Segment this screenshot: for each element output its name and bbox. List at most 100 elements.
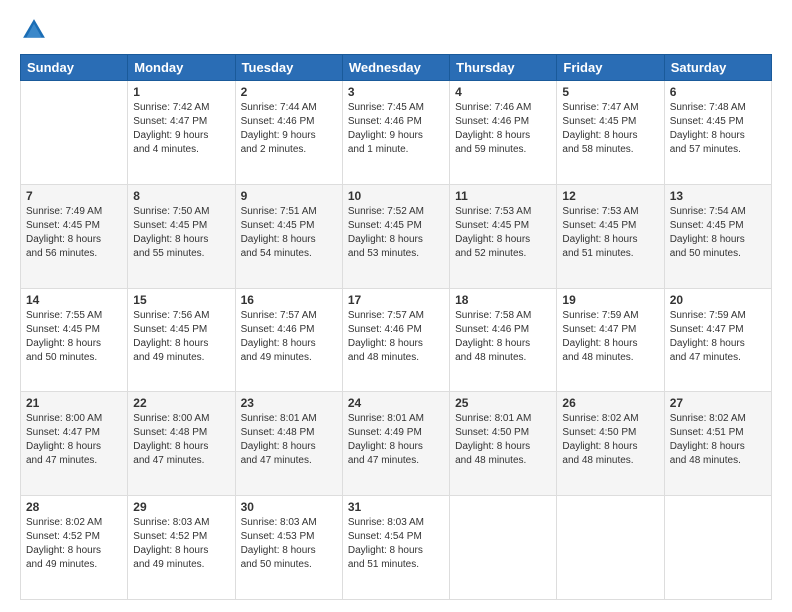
day-info: Sunrise: 7:49 AM Sunset: 4:45 PM Dayligh… <box>26 205 122 261</box>
day-number: 21 <box>26 396 122 410</box>
day-info: Sunrise: 7:55 AM Sunset: 4:45 PM Dayligh… <box>26 309 122 365</box>
calendar-cell: 5 Sunrise: 7:47 AM Sunset: 4:45 PM Daylig… <box>557 81 664 185</box>
day-number: 31 <box>348 500 444 514</box>
page: SundayMondayTuesdayWednesdayThursdayFrid… <box>0 0 792 612</box>
calendar-cell: 13 Sunrise: 7:54 AM Sunset: 4:45 PM Dayli… <box>664 184 771 288</box>
calendar-cell: 30 Sunrise: 8:03 AM Sunset: 4:53 PM Dayli… <box>235 496 342 600</box>
day-info: Sunrise: 8:03 AM Sunset: 4:54 PM Dayligh… <box>348 516 444 572</box>
day-info: Sunrise: 7:56 AM Sunset: 4:45 PM Dayligh… <box>133 309 229 365</box>
day-info: Sunrise: 7:59 AM Sunset: 4:47 PM Dayligh… <box>562 309 658 365</box>
calendar-cell: 23Sunrise: 8:01 AM Sunset: 4:48 PM Dayli… <box>235 392 342 496</box>
day-number: 24 <box>348 396 444 410</box>
day-info: Sunrise: 8:01 AM Sunset: 4:50 PM Dayligh… <box>455 412 551 468</box>
logo-icon <box>20 16 48 44</box>
calendar-cell: 11 Sunrise: 7:53 AM Sunset: 4:45 PM Dayli… <box>450 184 557 288</box>
day-number: 19 <box>562 293 658 307</box>
day-info: Sunrise: 7:54 AM Sunset: 4:45 PM Dayligh… <box>670 205 766 261</box>
day-info: Sunrise: 7:50 AM Sunset: 4:45 PM Dayligh… <box>133 205 229 261</box>
calendar-cell: 2Sunrise: 7:44 AM Sunset: 4:46 PM Daylig… <box>235 81 342 185</box>
calendar-cell <box>21 81 128 185</box>
day-info: Sunrise: 7:53 AM Sunset: 4:45 PM Dayligh… <box>562 205 658 261</box>
logo <box>20 16 52 44</box>
calendar-cell: 25 Sunrise: 8:01 AM Sunset: 4:50 PM Dayli… <box>450 392 557 496</box>
calendar-header-friday: Friday <box>557 55 664 81</box>
calendar-cell <box>450 496 557 600</box>
day-number: 4 <box>455 85 551 99</box>
day-info: Sunrise: 7:51 AM Sunset: 4:45 PM Dayligh… <box>241 205 337 261</box>
day-number: 18 <box>455 293 551 307</box>
day-info: Sunrise: 7:53 AM Sunset: 4:45 PM Dayligh… <box>455 205 551 261</box>
day-number: 20 <box>670 293 766 307</box>
calendar-cell: 24Sunrise: 8:01 AM Sunset: 4:49 PM Dayli… <box>342 392 449 496</box>
calendar-header-row: SundayMondayTuesdayWednesdayThursdayFrid… <box>21 55 772 81</box>
calendar-cell <box>664 496 771 600</box>
day-info: Sunrise: 8:03 AM Sunset: 4:52 PM Dayligh… <box>133 516 229 572</box>
day-number: 1 <box>133 85 229 99</box>
calendar-header-tuesday: Tuesday <box>235 55 342 81</box>
calendar-header-sunday: Sunday <box>21 55 128 81</box>
day-info: Sunrise: 8:03 AM Sunset: 4:53 PM Dayligh… <box>241 516 337 572</box>
calendar-cell <box>557 496 664 600</box>
calendar-week-5: 28 Sunrise: 8:02 AM Sunset: 4:52 PM Dayli… <box>21 496 772 600</box>
calendar-cell: 27 Sunrise: 8:02 AM Sunset: 4:51 PM Dayli… <box>664 392 771 496</box>
day-info: Sunrise: 7:42 AM Sunset: 4:47 PM Dayligh… <box>133 101 229 157</box>
calendar-cell: 3 Sunrise: 7:45 AM Sunset: 4:46 PM Daylig… <box>342 81 449 185</box>
day-number: 14 <box>26 293 122 307</box>
calendar-cell: 15 Sunrise: 7:56 AM Sunset: 4:45 PM Dayli… <box>128 288 235 392</box>
calendar-header-saturday: Saturday <box>664 55 771 81</box>
calendar-cell: 31 Sunrise: 8:03 AM Sunset: 4:54 PM Dayli… <box>342 496 449 600</box>
calendar-cell: 21 Sunrise: 8:00 AM Sunset: 4:47 PM Dayli… <box>21 392 128 496</box>
day-number: 10 <box>348 189 444 203</box>
calendar-cell: 16Sunrise: 7:57 AM Sunset: 4:46 PM Dayli… <box>235 288 342 392</box>
day-number: 16 <box>241 293 337 307</box>
calendar-table: SundayMondayTuesdayWednesdayThursdayFrid… <box>20 54 772 600</box>
day-info: Sunrise: 7:59 AM Sunset: 4:47 PM Dayligh… <box>670 309 766 365</box>
calendar-cell: 19 Sunrise: 7:59 AM Sunset: 4:47 PM Dayli… <box>557 288 664 392</box>
calendar-cell: 1 Sunrise: 7:42 AM Sunset: 4:47 PM Daylig… <box>128 81 235 185</box>
calendar-cell: 10 Sunrise: 7:52 AM Sunset: 4:45 PM Dayli… <box>342 184 449 288</box>
day-info: Sunrise: 8:02 AM Sunset: 4:51 PM Dayligh… <box>670 412 766 468</box>
calendar-cell: 17Sunrise: 7:57 AM Sunset: 4:46 PM Dayli… <box>342 288 449 392</box>
calendar-cell: 26 Sunrise: 8:02 AM Sunset: 4:50 PM Dayli… <box>557 392 664 496</box>
calendar-cell: 18 Sunrise: 7:58 AM Sunset: 4:46 PM Dayli… <box>450 288 557 392</box>
day-number: 5 <box>562 85 658 99</box>
day-number: 6 <box>670 85 766 99</box>
day-info: Sunrise: 7:57 AM Sunset: 4:46 PM Dayligh… <box>348 309 444 365</box>
calendar-cell: 8 Sunrise: 7:50 AM Sunset: 4:45 PM Daylig… <box>128 184 235 288</box>
day-number: 28 <box>26 500 122 514</box>
calendar-cell: 6 Sunrise: 7:48 AM Sunset: 4:45 PM Daylig… <box>664 81 771 185</box>
day-number: 3 <box>348 85 444 99</box>
day-info: Sunrise: 8:02 AM Sunset: 4:50 PM Dayligh… <box>562 412 658 468</box>
day-info: Sunrise: 8:02 AM Sunset: 4:52 PM Dayligh… <box>26 516 122 572</box>
day-number: 27 <box>670 396 766 410</box>
day-info: Sunrise: 7:46 AM Sunset: 4:46 PM Dayligh… <box>455 101 551 157</box>
day-number: 30 <box>241 500 337 514</box>
day-number: 13 <box>670 189 766 203</box>
day-number: 11 <box>455 189 551 203</box>
day-number: 2 <box>241 85 337 99</box>
calendar-header-thursday: Thursday <box>450 55 557 81</box>
calendar-cell: 9Sunrise: 7:51 AM Sunset: 4:45 PM Daylig… <box>235 184 342 288</box>
day-info: Sunrise: 8:00 AM Sunset: 4:48 PM Dayligh… <box>133 412 229 468</box>
calendar-week-1: 1 Sunrise: 7:42 AM Sunset: 4:47 PM Daylig… <box>21 81 772 185</box>
calendar-cell: 22 Sunrise: 8:00 AM Sunset: 4:48 PM Dayli… <box>128 392 235 496</box>
day-number: 22 <box>133 396 229 410</box>
day-info: Sunrise: 7:52 AM Sunset: 4:45 PM Dayligh… <box>348 205 444 261</box>
day-number: 26 <box>562 396 658 410</box>
day-number: 12 <box>562 189 658 203</box>
day-info: Sunrise: 7:47 AM Sunset: 4:45 PM Dayligh… <box>562 101 658 157</box>
calendar-cell: 20 Sunrise: 7:59 AM Sunset: 4:47 PM Dayli… <box>664 288 771 392</box>
calendar-cell: 7Sunrise: 7:49 AM Sunset: 4:45 PM Daylig… <box>21 184 128 288</box>
day-info: Sunrise: 8:00 AM Sunset: 4:47 PM Dayligh… <box>26 412 122 468</box>
calendar-header-wednesday: Wednesday <box>342 55 449 81</box>
calendar-cell: 14 Sunrise: 7:55 AM Sunset: 4:45 PM Dayli… <box>21 288 128 392</box>
day-info: Sunrise: 7:48 AM Sunset: 4:45 PM Dayligh… <box>670 101 766 157</box>
day-number: 25 <box>455 396 551 410</box>
day-info: Sunrise: 7:58 AM Sunset: 4:46 PM Dayligh… <box>455 309 551 365</box>
day-info: Sunrise: 8:01 AM Sunset: 4:48 PM Dayligh… <box>241 412 337 468</box>
day-number: 15 <box>133 293 229 307</box>
day-number: 8 <box>133 189 229 203</box>
calendar-cell: 12 Sunrise: 7:53 AM Sunset: 4:45 PM Dayli… <box>557 184 664 288</box>
calendar-week-2: 7Sunrise: 7:49 AM Sunset: 4:45 PM Daylig… <box>21 184 772 288</box>
day-info: Sunrise: 7:45 AM Sunset: 4:46 PM Dayligh… <box>348 101 444 157</box>
